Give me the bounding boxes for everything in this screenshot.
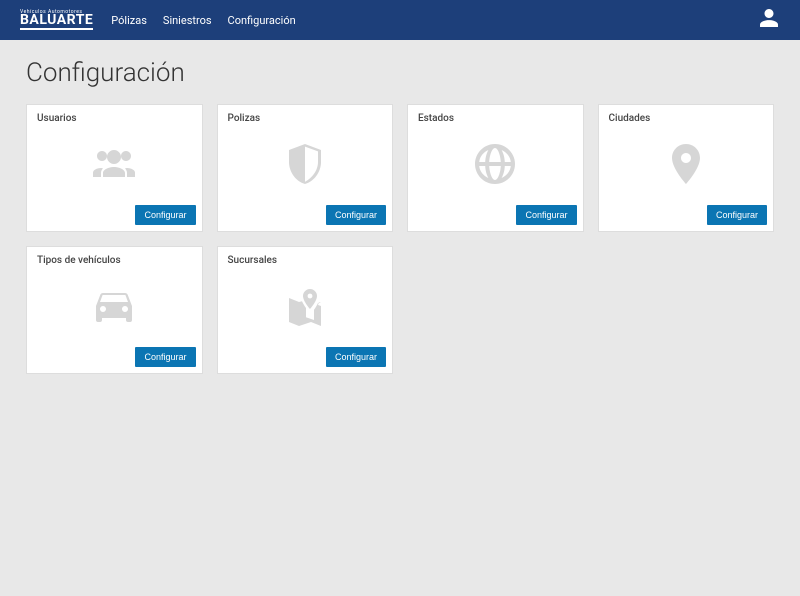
card-grid: Usuarios Configurar Polizas Configurar E…: [26, 104, 774, 374]
navbar: Vehículos Automotores BALUARTE Pólizas S…: [0, 0, 800, 40]
nav-link-polizas[interactable]: Pólizas: [111, 14, 147, 27]
card-polizas: Polizas Configurar: [217, 104, 394, 232]
card-sucursales: Sucursales Configurar: [217, 246, 394, 374]
nav-links: Pólizas Siniestros Configuración: [111, 14, 295, 27]
navbar-left: Vehículos Automotores BALUARTE Pólizas S…: [20, 10, 296, 30]
map-icon: [218, 270, 393, 341]
configure-button[interactable]: Configurar: [135, 205, 195, 225]
card-title: Tipos de vehículos: [27, 247, 202, 270]
shield-icon: [218, 128, 393, 199]
card-footer: Configurar: [218, 341, 393, 373]
logo[interactable]: Vehículos Automotores BALUARTE: [20, 10, 93, 30]
card-footer: Configurar: [408, 199, 583, 231]
card-estados: Estados Configurar: [407, 104, 584, 232]
card-title: Estados: [408, 105, 583, 128]
card-title: Sucursales: [218, 247, 393, 270]
users-icon: [27, 128, 202, 199]
nav-link-siniestros[interactable]: Siniestros: [163, 14, 212, 27]
configure-button[interactable]: Configurar: [326, 205, 386, 225]
car-icon: [27, 270, 202, 341]
card-usuarios: Usuarios Configurar: [26, 104, 203, 232]
page: Configuración Usuarios Configurar Poliza…: [0, 40, 800, 392]
configure-button[interactable]: Configurar: [516, 205, 576, 225]
configure-button[interactable]: Configurar: [135, 347, 195, 367]
user-icon[interactable]: [758, 7, 780, 33]
configure-button[interactable]: Configurar: [326, 347, 386, 367]
card-ciudades: Ciudades Configurar: [598, 104, 775, 232]
card-tipos-vehiculos: Tipos de vehículos Configurar: [26, 246, 203, 374]
card-footer: Configurar: [218, 199, 393, 231]
card-title: Polizas: [218, 105, 393, 128]
card-footer: Configurar: [599, 199, 774, 231]
card-footer: Configurar: [27, 341, 202, 373]
logo-main: BALUARTE: [20, 14, 93, 30]
configure-button[interactable]: Configurar: [707, 205, 767, 225]
card-title: Ciudades: [599, 105, 774, 128]
page-title: Configuración: [26, 58, 774, 88]
card-footer: Configurar: [27, 199, 202, 231]
globe-icon: [408, 128, 583, 199]
card-title: Usuarios: [27, 105, 202, 128]
nav-link-configuracion[interactable]: Configuración: [228, 14, 296, 27]
pin-icon: [599, 128, 774, 199]
